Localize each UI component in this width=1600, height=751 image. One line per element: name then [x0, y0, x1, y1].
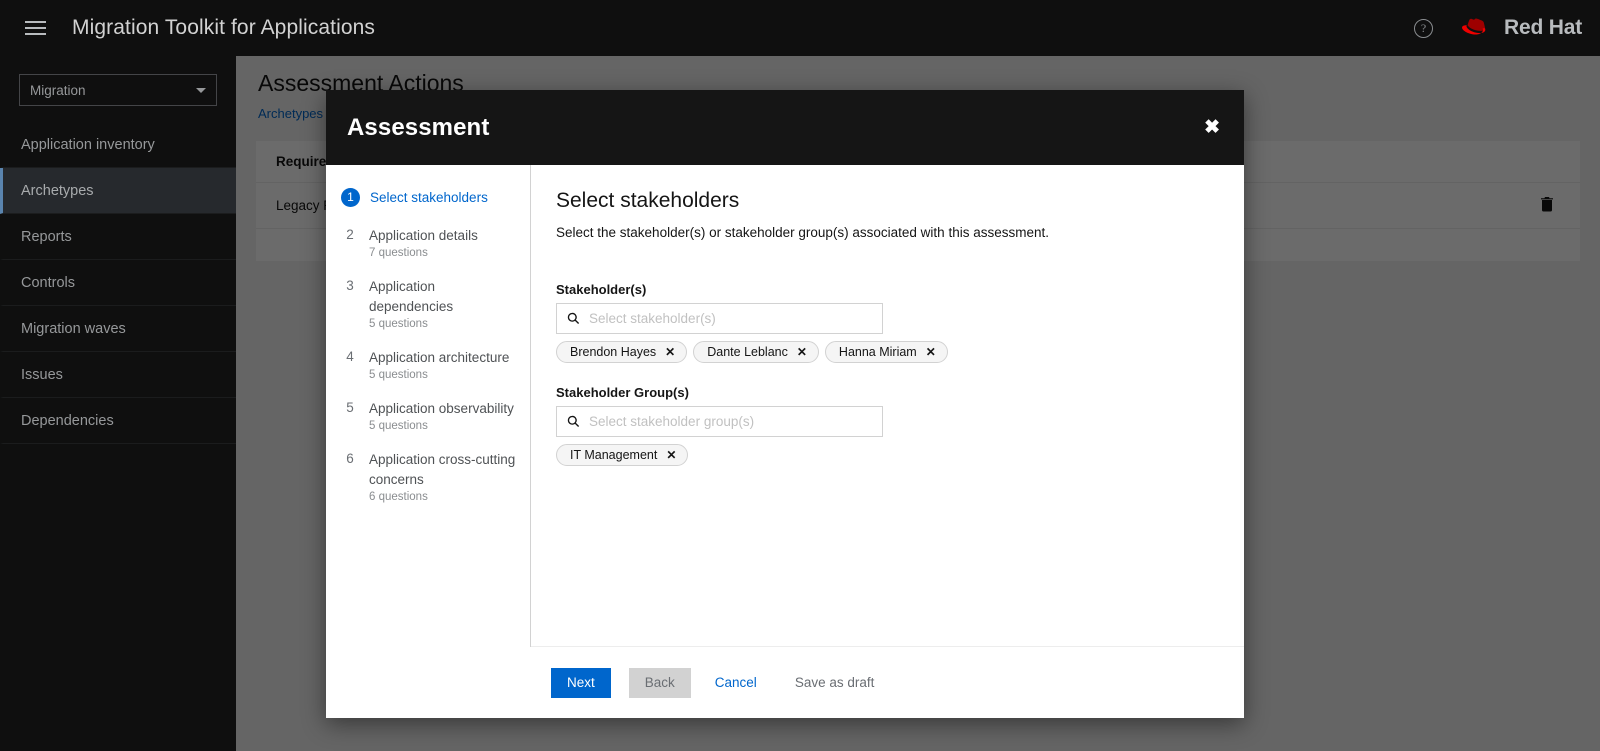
sidebar-item-archetypes[interactable]: Archetypes	[0, 168, 236, 214]
assessment-modal: Assessment ✖ 1 Select stakeholders 2 Applic…	[326, 90, 1244, 718]
back-button[interactable]: Back	[628, 667, 691, 698]
sidebar-item-migration-waves[interactable]: Migration waves	[0, 306, 236, 352]
stakeholders-label: Stakeholder(s)	[556, 282, 647, 297]
wizard-step-4[interactable]: 4 Application architecture 5 questions	[326, 339, 530, 390]
app-root: Migration Toolkit for Applications ? Red…	[0, 0, 1600, 751]
wizard-step-number: 1	[341, 188, 360, 207]
wizard-step-2[interactable]: 2 Application details 7 questions	[326, 217, 530, 268]
wizard-step-number: 2	[346, 227, 354, 242]
sidebar-item-label: Archetypes	[21, 182, 94, 199]
wizard-step-label: Application dependencies	[369, 279, 454, 314]
stakeholder-groups-select[interactable]: Select stakeholder group(s)	[556, 406, 883, 437]
trash-icon[interactable]	[1540, 196, 1554, 215]
modal-footer: Next Back Cancel Save as draft	[326, 647, 1244, 718]
chip-remove-icon[interactable]: ✕	[926, 345, 936, 359]
sidebar-item-label: Controls	[21, 274, 75, 291]
save-as-draft-button[interactable]: Save as draft	[789, 668, 881, 698]
stakeholders-chip-group: Brendon Hayes ✕ Dante Leblanc ✕ Hanna Miriam…	[556, 341, 1216, 363]
sidebar-item-label: Issues	[21, 366, 63, 383]
wizard-step-question-count: 7 questions	[369, 247, 428, 259]
stakeholder-groups-label: Stakeholder Group(s)	[556, 385, 689, 400]
wizard-step-number: 6	[346, 451, 354, 466]
wizard-step-number: 5	[346, 400, 354, 415]
question-circle-icon[interactable]: ?	[1414, 18, 1434, 38]
cancel-button[interactable]: Cancel	[709, 668, 763, 698]
modal-title: Assessment	[347, 113, 490, 141]
chip-label: Brendon Hayes	[570, 345, 657, 359]
sidebar-item-label: Application inventory	[21, 136, 155, 153]
search-icon	[567, 312, 580, 325]
redhat-wordmark: Red Hat	[1504, 16, 1582, 39]
wizard-step-question-count: 6 questions	[369, 491, 428, 503]
masthead: Migration Toolkit for Applications ? Red…	[0, 0, 1600, 56]
sidebar-item-reports[interactable]: Reports	[0, 214, 236, 260]
step-description: Select the stakeholder(s) or stakeholder…	[556, 225, 1049, 240]
sidebar-item-issues[interactable]: Issues	[0, 352, 236, 398]
wizard-step-question-count: 5 questions	[369, 420, 428, 432]
chip[interactable]: Hanna Miriam ✕	[824, 341, 948, 363]
sidebar-selector-wrap: Migration	[0, 56, 236, 122]
modal-header: Assessment ✖	[326, 90, 1244, 165]
stakeholder-groups-placeholder: Select stakeholder group(s)	[589, 414, 755, 429]
sidebar-item-label: Dependencies	[21, 412, 114, 429]
breadcrumb-link-archetypes[interactable]: Archetypes	[258, 106, 323, 121]
step-heading: Select stakeholders	[556, 189, 740, 212]
sidebar-context-selector[interactable]: Migration	[19, 74, 217, 106]
sidebar-item-controls[interactable]: Controls	[0, 260, 236, 306]
chip-remove-icon[interactable]: ✕	[666, 448, 676, 462]
wizard-step-question-count: 5 questions	[369, 369, 428, 381]
sidebar: Migration Application inventory Archetype…	[0, 56, 236, 751]
sidebar-nav: Application inventory Archetypes Reports Co…	[0, 122, 236, 444]
wizard-step-5[interactable]: 5 Application observability 5 questions	[326, 390, 530, 441]
hamburger-icon[interactable]	[12, 0, 58, 56]
stakeholder-groups-field-group: Stakeholder Group(s) Select stakeholder …	[556, 385, 1216, 466]
wizard-step-1[interactable]: 1 Select stakeholders	[326, 179, 530, 217]
wizard-step-label: Application architecture	[369, 350, 510, 365]
wizard-nav: 1 Select stakeholders 2 Application details…	[326, 165, 531, 647]
wizard-content: Select stakeholders Select the stakehold…	[531, 165, 1244, 647]
sidebar-selector-value: Migration	[30, 82, 86, 98]
chip[interactable]: Dante Leblanc ✕	[693, 341, 819, 363]
wizard-step-label: Select stakeholders	[370, 190, 488, 205]
chip-label: Hanna Miriam	[838, 345, 917, 359]
wizard-step-question-count: 5 questions	[369, 318, 428, 330]
app-title: Migration Toolkit for Applications	[72, 16, 375, 39]
chip[interactable]: Brendon Hayes ✕	[556, 341, 688, 363]
sidebar-item-dependencies[interactable]: Dependencies	[0, 398, 236, 444]
next-button[interactable]: Next	[551, 667, 611, 698]
wizard-step-number: 3	[346, 278, 354, 293]
wizard-step-number: 4	[346, 349, 354, 364]
wizard-step-label: Application cross-cutting concerns	[369, 452, 516, 487]
sidebar-item-label: Reports	[21, 228, 72, 245]
chip-remove-icon[interactable]: ✕	[797, 345, 807, 359]
search-icon	[567, 415, 580, 428]
stakeholders-placeholder: Select stakeholder(s)	[589, 311, 716, 326]
wizard-step-3[interactable]: 3 Application dependencies 5 questions	[326, 268, 530, 339]
stakeholders-select[interactable]: Select stakeholder(s)	[556, 303, 883, 334]
red-hat-icon	[1462, 18, 1486, 35]
modal-body: 1 Select stakeholders 2 Application details…	[326, 165, 1244, 647]
chip-label: Dante Leblanc	[707, 345, 788, 359]
stakeholder-groups-chip-group: IT Management ✕	[556, 444, 1216, 466]
wizard-step-label: Application details	[369, 228, 478, 243]
chip-label: IT Management	[570, 448, 658, 462]
stakeholders-field-group: Stakeholder(s) Select stakeholder(s) Bre…	[556, 282, 1216, 363]
chip[interactable]: IT Management ✕	[556, 444, 689, 466]
wizard-step-6[interactable]: 6 Application cross-cutting concerns 6 que…	[326, 441, 530, 512]
sidebar-item-label: Migration waves	[21, 320, 126, 337]
redhat-logo: Red Hat	[1461, 16, 1582, 40]
sidebar-item-application-inventory[interactable]: Application inventory	[0, 122, 236, 168]
masthead-actions: ? Red Hat	[1414, 16, 1600, 40]
close-icon[interactable]: ✖	[1200, 112, 1224, 143]
wizard-step-label: Application observability	[369, 401, 514, 416]
chevron-down-icon	[196, 87, 206, 93]
chip-remove-icon[interactable]: ✕	[665, 345, 675, 359]
